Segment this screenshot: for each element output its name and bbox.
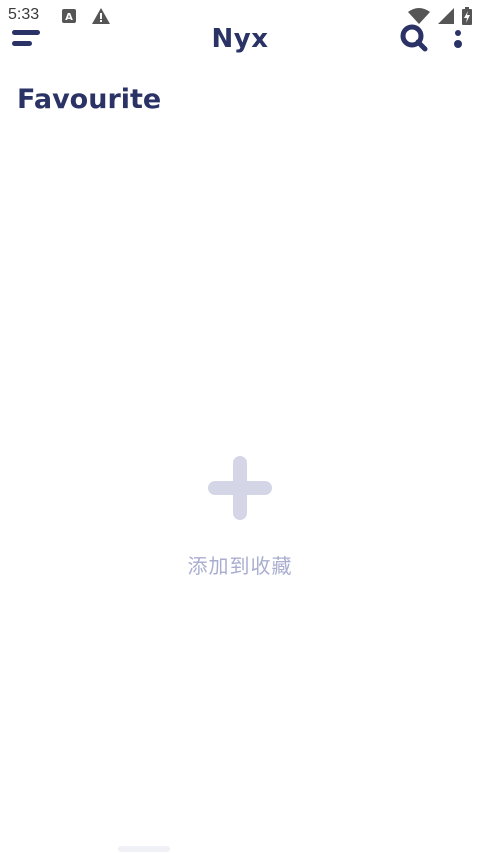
app-bar: Nyx — [0, 24, 480, 56]
more-vert-icon — [454, 30, 462, 48]
more-options-button[interactable] — [448, 24, 468, 54]
empty-state: 添加到收藏 — [140, 450, 340, 590]
status-time: 5:33 — [8, 6, 40, 23]
battery-charging-icon — [462, 7, 472, 25]
a-notification-icon: A — [62, 9, 76, 23]
status-notification-icons: A — [62, 8, 110, 24]
search-icon — [400, 24, 428, 52]
wifi-icon — [408, 8, 430, 24]
cell-signal-icon — [438, 8, 454, 24]
empty-state-label: 添加到收藏 — [187, 554, 293, 578]
status-system-icons — [408, 7, 472, 25]
add-icon — [208, 456, 272, 520]
page-title: Favourite — [17, 84, 162, 115]
search-button[interactable] — [398, 24, 430, 52]
add-to-favourites-button[interactable] — [206, 454, 274, 522]
bottom-divider — [118, 846, 170, 852]
svg-text:A: A — [65, 12, 73, 23]
warning-icon — [92, 8, 110, 24]
